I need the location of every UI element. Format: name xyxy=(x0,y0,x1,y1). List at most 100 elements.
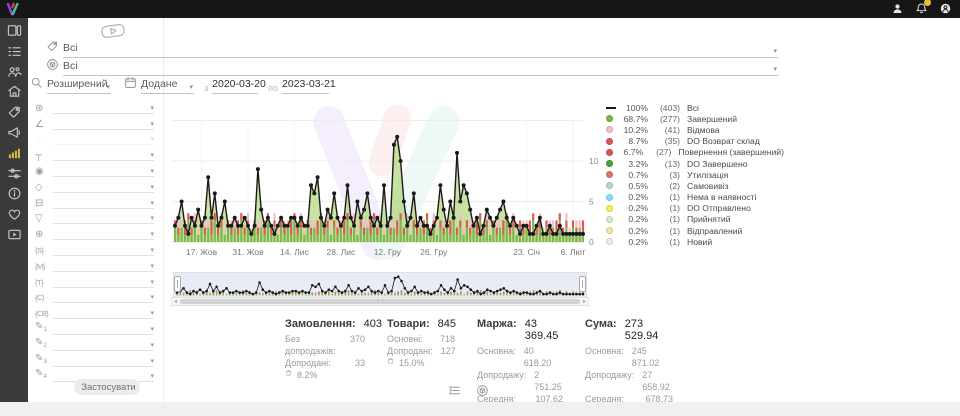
filter-row-product-type[interactable]: ◇▾ xyxy=(28,177,163,193)
sidebar-item-orders[interactable] xyxy=(0,43,28,63)
filter-row-funnel[interactable]: ▽▾ xyxy=(28,209,163,225)
date-from-input[interactable]: 2020-03-20 xyxy=(212,78,258,94)
product-type-select[interactable]: ▾ xyxy=(53,180,154,193)
sidebar-item-store[interactable] xyxy=(0,84,28,104)
fingerprint-select[interactable]: ▾ xyxy=(53,164,154,177)
var-t-select[interactable]: ▾ xyxy=(53,275,154,288)
sidebar-item-integrations[interactable] xyxy=(0,166,28,186)
stat-sub-label: Основна: xyxy=(477,345,516,369)
legend-item[interactable]: 0.2%(1)Нема в наявності xyxy=(606,192,784,203)
date-to-input[interactable]: 2023-03-21 xyxy=(282,78,329,94)
navigator-right-handle[interactable] xyxy=(579,276,586,292)
chevron-down-icon: ▾ xyxy=(106,83,110,91)
filter-row-custom-3[interactable]: ✎3▾ xyxy=(28,351,163,367)
filter-row-measure[interactable]: ∠▾ xyxy=(28,114,163,130)
filter-row-var-t[interactable]: {Т}▾ xyxy=(28,272,163,288)
product-type-icon: ◇ xyxy=(35,182,53,193)
filter-row-var-c[interactable]: {С}▾ xyxy=(28,288,163,304)
product-select[interactable]: Всі ▾ xyxy=(63,60,778,76)
filter-row-var-s[interactable]: {S}▾ xyxy=(28,240,163,256)
legend-item[interactable]: 0.7%(3)Утилізація xyxy=(606,169,784,180)
sidebar-item-info[interactable] xyxy=(0,186,28,206)
analytics-icon xyxy=(7,146,22,166)
orders-chart[interactable]: 051017. Жов31. Жов14. Лис28. Лис12. Гру2… xyxy=(172,96,608,264)
summary-list-icon[interactable] xyxy=(448,384,461,397)
search-mode-select[interactable]: Розширений ▾ xyxy=(47,78,111,94)
var-s-select[interactable]: ▾ xyxy=(53,243,154,256)
category-select[interactable]: Всі ▾ xyxy=(63,42,778,58)
chart-navigator[interactable] xyxy=(173,272,587,298)
sidebar-item-dashboard[interactable] xyxy=(0,23,28,43)
delivery-select[interactable]: ▾ xyxy=(53,101,154,114)
legend-label: Новий xyxy=(687,237,712,247)
filter-row-structure[interactable]: ┬▾ xyxy=(28,145,163,161)
date-field-select[interactable]: Додане ▾ xyxy=(141,78,194,94)
legend-item[interactable]: 0.2%(1)Відправлений xyxy=(606,225,784,236)
calendar-icon[interactable] xyxy=(124,76,137,94)
legend-item[interactable]: 0.2%(1)Новий xyxy=(606,236,784,247)
disabled-filter-select[interactable]: ▾ xyxy=(53,132,154,145)
measure-select[interactable]: ▾ xyxy=(53,117,154,130)
filter-row-delivery[interactable]: ⊛▾ xyxy=(28,98,163,114)
legend-count: (1) xyxy=(648,203,680,213)
custom-2-select[interactable]: ▾ xyxy=(53,338,154,351)
account-icon[interactable] xyxy=(939,2,952,15)
products-globe-icon[interactable] xyxy=(476,384,489,397)
var-cv-select[interactable]: ▾ xyxy=(53,306,154,319)
legend-swatch xyxy=(606,182,618,189)
upsell-rate-value: 8.2% xyxy=(297,369,318,381)
structure-select[interactable]: ▾ xyxy=(53,148,154,161)
filter-row-var-cv[interactable]: {СВ}▾ xyxy=(28,303,163,319)
legend-item[interactable]: 3.2%(13)DO Завершено xyxy=(606,158,784,169)
filter-row-var-m[interactable]: {М}▾ xyxy=(28,256,163,272)
custom-3-select[interactable]: ▾ xyxy=(53,354,154,367)
chevron-down-icon: ▾ xyxy=(150,167,154,175)
filter-row-region[interactable]: ⊕▾ xyxy=(28,224,163,240)
var-cv-icon: {СВ} xyxy=(35,308,53,319)
stat-sub-value: 27 658.92 xyxy=(642,369,673,393)
legend-label: DO Завершено xyxy=(687,159,747,169)
chart-scrollbar[interactable]: ◂ ▸ xyxy=(171,297,589,306)
filter-row-fingerprint[interactable]: ◉▾ xyxy=(28,161,163,177)
legend-label: DO Возврат склад xyxy=(687,136,760,146)
legend-item[interactable]: 68.7%(277)Завершений xyxy=(606,113,784,124)
legend-item[interactable]: 0.5%(2)Самовивіз xyxy=(606,180,784,191)
navigator-left-handle[interactable] xyxy=(174,276,181,292)
legend-item[interactable]: 8.7%(35)DO Возврат склад xyxy=(606,136,784,147)
filter-row-custom-2[interactable]: ✎2▾ xyxy=(28,335,163,351)
scroll-left-icon[interactable]: ◂ xyxy=(174,298,177,306)
payment-select[interactable]: ▾ xyxy=(53,196,154,209)
legend-item[interactable]: 0.2%(1)DO Отправлено xyxy=(606,203,784,214)
region-select[interactable]: ▾ xyxy=(53,227,154,240)
filter-row-payment[interactable]: ⊟▾ xyxy=(28,193,163,209)
app-logo-icon[interactable] xyxy=(5,2,20,17)
sidebar-item-analytics[interactable] xyxy=(0,145,28,165)
legend-label: Всі xyxy=(687,103,699,113)
var-m-select[interactable]: ▾ xyxy=(53,259,154,272)
filter-row-disabled-filter[interactable]: ◌▾ xyxy=(28,130,163,146)
var-c-select[interactable]: ▾ xyxy=(53,290,154,303)
sidebar-item-price-tags[interactable] xyxy=(0,105,28,125)
chevron-down-icon: ▾ xyxy=(773,65,777,73)
legend-count: (1) xyxy=(648,237,680,247)
legend-item[interactable]: 0.2%(1)Прийнятий xyxy=(606,214,784,225)
legend-item[interactable]: 100%(403)Всі xyxy=(606,102,784,113)
search-icon[interactable] xyxy=(30,76,43,94)
custom-1-select[interactable]: ▾ xyxy=(53,322,154,335)
sidebar-item-partners[interactable] xyxy=(0,207,28,227)
legend-item[interactable]: 10.2%(41)Відмова xyxy=(606,124,784,135)
filter-row-custom-1[interactable]: ✎1▾ xyxy=(28,319,163,335)
sidebar-item-clients[interactable] xyxy=(0,64,28,84)
chevron-down-icon: ▾ xyxy=(150,135,154,143)
sidebar-item-tutorials[interactable] xyxy=(0,227,28,247)
sidebar-item-marketing[interactable] xyxy=(0,125,28,145)
apply-button[interactable]: Застосувати xyxy=(74,379,140,395)
svg-text:23. Січ: 23. Січ xyxy=(513,247,540,257)
scroll-right-icon[interactable]: ▸ xyxy=(583,298,586,306)
legend-item[interactable]: 6.7%(27)Повернення (завершений) xyxy=(606,147,784,158)
sales-channel-icon[interactable] xyxy=(100,22,126,40)
notifications-icon[interactable] xyxy=(915,2,928,15)
scrollbar-thumb[interactable] xyxy=(180,299,580,304)
funnel-select[interactable]: ▾ xyxy=(53,211,154,224)
assistant-icon[interactable] xyxy=(891,2,904,15)
